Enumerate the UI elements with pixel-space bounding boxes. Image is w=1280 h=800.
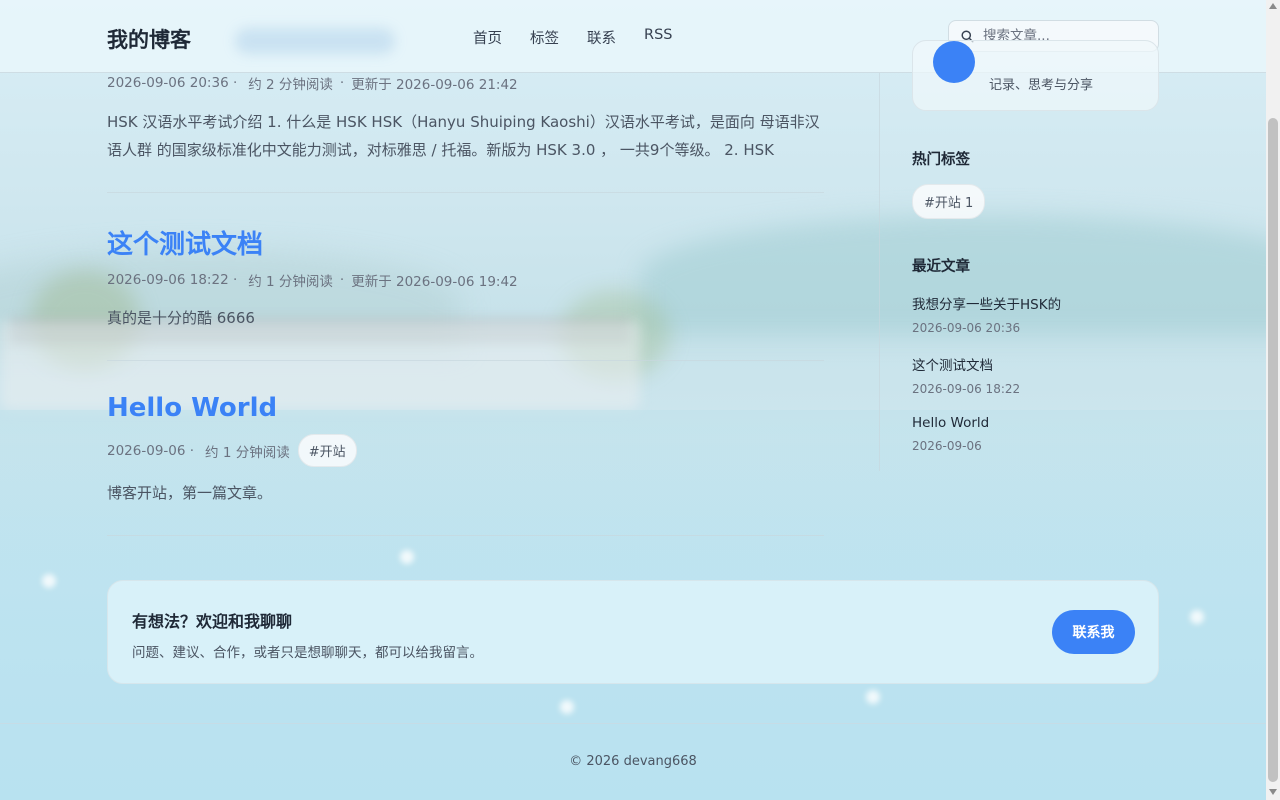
recent-post-item[interactable]: 我想分享一些关于HSK的 2026-09-06 20:36	[912, 293, 1061, 335]
sidebar-divider	[879, 73, 880, 471]
nav-contact[interactable]: 联系	[587, 27, 616, 48]
main-nav: 首页 标签 联系 RSS	[473, 27, 700, 48]
nav-rss[interactable]: RSS	[644, 27, 672, 48]
post-updated: 更新于 2026-09-06 19:42	[351, 274, 518, 290]
contact-heading: 有想法？欢迎和我聊聊	[132, 612, 293, 631]
recent-post-date: 2026-09-06 18:22	[912, 382, 1021, 396]
post-date: 2026-09-06 20:36 ·	[107, 75, 238, 91]
post-divider	[107, 360, 824, 361]
scroll-down-arrow-icon[interactable]	[1269, 789, 1277, 795]
post-excerpt: 博客开站，第一篇文章。	[107, 484, 273, 502]
recent-post-item[interactable]: 这个测试文档 2026-09-06 18:22	[912, 354, 1020, 396]
footer-copyright: © 2026 devang668	[569, 754, 697, 769]
meta-separator: ·	[339, 272, 345, 288]
post-read-time: 约 1 分钟阅读	[248, 274, 333, 290]
meta-separator: ·	[339, 75, 345, 91]
logo-glow	[235, 28, 395, 54]
recent-posts-heading: 最近文章	[912, 259, 970, 275]
recent-post-item[interactable]: Hello World 2026-09-06	[912, 415, 989, 453]
recent-post-date: 2026-09-06 20:36	[912, 321, 1021, 335]
nav-home[interactable]: 首页	[473, 27, 502, 48]
post-divider	[107, 192, 824, 193]
recent-post-title[interactable]: 这个测试文档	[912, 354, 1020, 374]
contact-me-button[interactable]: 联系我	[1052, 610, 1135, 654]
post-title[interactable]: Hello World	[107, 393, 277, 423]
scrollbar-thumb[interactable]	[1268, 118, 1278, 782]
hot-tag-item[interactable]: #开站 1	[912, 184, 986, 219]
post-read-time: 约 2 分钟阅读	[248, 77, 333, 93]
scrollbar[interactable]	[1266, 0, 1280, 800]
post-date: 2026-09-06 18:22 ·	[107, 272, 238, 288]
profile-description: 记录、思考与分享	[989, 78, 1094, 93]
nav-tags[interactable]: 标签	[530, 27, 559, 48]
recent-post-date: 2026-09-06	[912, 439, 982, 453]
page: 我的博客 首页 标签 联系 RSS 2026-09-06 20:36 · 约 2…	[0, 0, 1280, 800]
site-logo[interactable]: 我的博客	[107, 24, 191, 54]
post-meta: 2026-09-06 · 约 1 分钟阅读 #开站	[107, 434, 357, 467]
post-excerpt: HSK 汉语水平考试介绍 1. 什么是 HSK HSK（Hanyu Shuipi…	[107, 113, 820, 159]
avatar	[933, 41, 975, 83]
post-excerpt: 真的是十分的酷 6666	[107, 309, 255, 327]
post-date: 2026-09-06 ·	[107, 442, 195, 459]
post-title[interactable]: 这个测试文档	[107, 224, 263, 261]
post-meta: 2026-09-06 20:36 · 约 2 分钟阅读 · 更新于 2026-0…	[107, 73, 518, 93]
post-divider	[107, 535, 824, 536]
recent-post-title[interactable]: Hello World	[912, 415, 989, 431]
post-tag[interactable]: #开站	[297, 434, 357, 467]
post-meta: 2026-09-06 18:22 · 约 1 分钟阅读 · 更新于 2026-0…	[107, 270, 518, 290]
scroll-up-arrow-icon[interactable]	[1269, 3, 1277, 9]
post-read-time: 约 1 分钟阅读	[205, 444, 290, 461]
contact-card: 有想法？欢迎和我聊聊 问题、建议、合作，或者只是想聊聊天，都可以给我留言。 联系…	[107, 580, 1159, 684]
hot-tags-heading: 热门标签	[912, 152, 970, 168]
footer-divider	[0, 723, 1266, 724]
profile-card: 记录、思考与分享	[912, 40, 1159, 111]
recent-post-title[interactable]: 我想分享一些关于HSK的	[912, 293, 1061, 313]
contact-description: 问题、建议、合作，或者只是想聊聊天，都可以给我留言。	[132, 645, 483, 661]
post-updated: 更新于 2026-09-06 21:42	[351, 77, 518, 93]
